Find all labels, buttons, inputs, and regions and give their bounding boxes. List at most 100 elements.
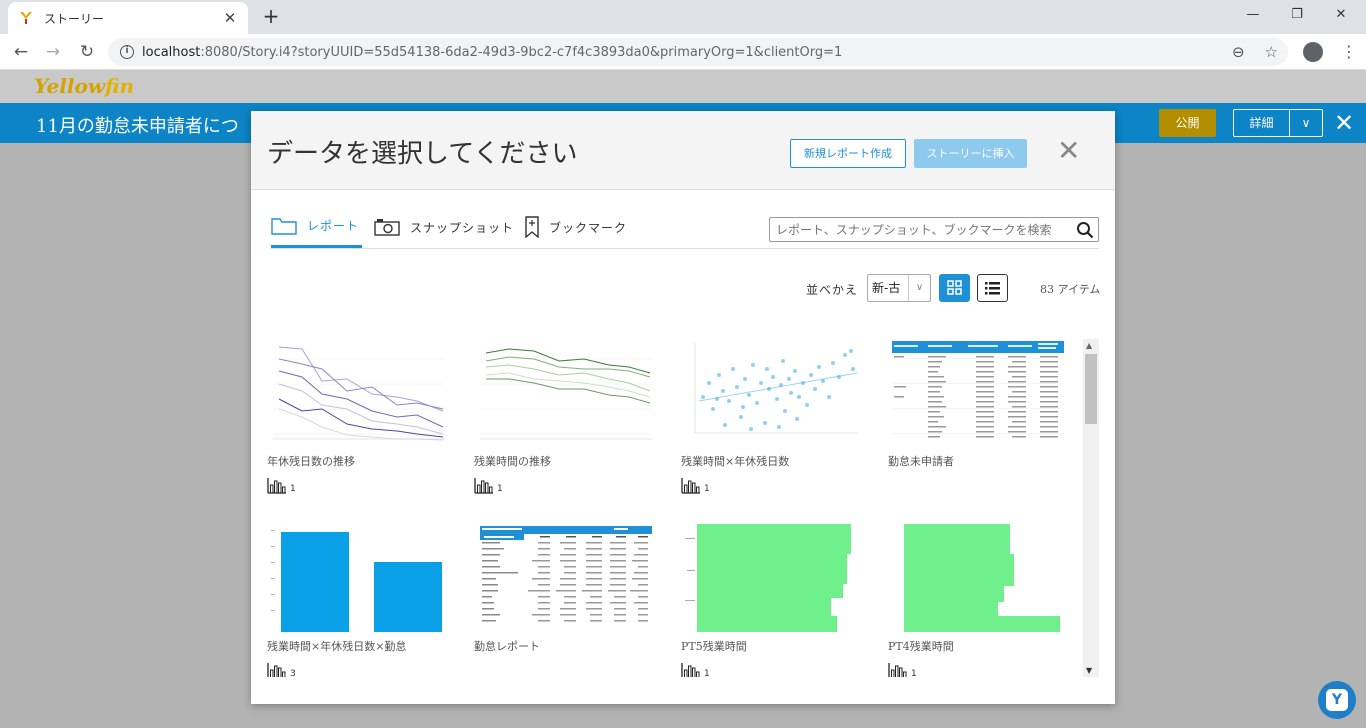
report-card[interactable]: 年休残日数の推移 1: [267, 339, 447, 494]
report-meta: 1: [888, 663, 1068, 677]
report-card[interactable]: PT5残業時間 1: [681, 524, 861, 677]
scroll-up-icon[interactable]: ▲: [1086, 341, 1092, 350]
bookmark-star-icon[interactable]: ☆: [1265, 43, 1278, 61]
back-icon[interactable]: ←: [10, 41, 32, 63]
report-thumbnail: [681, 339, 861, 447]
tab-reports[interactable]: レポート: [271, 206, 362, 248]
close-story-icon[interactable]: ✕: [1334, 108, 1354, 138]
scrollbar[interactable]: ▲ ▼: [1083, 339, 1099, 677]
search-icon[interactable]: [1076, 221, 1094, 239]
new-report-button[interactable]: 新規レポート作成: [790, 139, 906, 168]
forward-icon[interactable]: →: [42, 41, 64, 63]
url-text: localhost:8080/Story.i4?storyUUID=55d541…: [142, 44, 843, 60]
help-button[interactable]: Y: [1318, 681, 1356, 719]
list-icon: [985, 282, 1000, 295]
modal-title: データを選択してください: [267, 139, 578, 169]
bar-chart-icon: [681, 663, 700, 677]
profile-icon[interactable]: [1303, 42, 1323, 62]
report-card[interactable]: 残業時間の推移 1: [474, 339, 654, 494]
zoom-icon[interactable]: ⊖: [1232, 43, 1245, 61]
minimize-icon[interactable]: —: [1230, 4, 1276, 26]
view-count: 1: [497, 484, 503, 494]
browser-tab[interactable]: ストーリー ✕: [8, 2, 248, 34]
report-meta: 1: [474, 478, 654, 494]
horizontal-bar-thumbnail: [904, 524, 1060, 632]
line-chart-thumbnail: [480, 348, 652, 440]
yellowfin-help-icon: Y: [1326, 689, 1348, 711]
report-name: 残業時間×年休残日数: [681, 455, 790, 468]
publish-button[interactable]: 公開: [1159, 109, 1216, 137]
search-input[interactable]: [770, 218, 1065, 241]
scroll-thumb[interactable]: [1085, 354, 1097, 424]
grid-view-button[interactable]: [939, 274, 970, 302]
report-card[interactable]: 残業時間×年休残日数×勤怠 3: [267, 524, 447, 677]
sort-bar: 並べかえ 新-古 ∨ 83 アイテム: [251, 274, 1115, 304]
item-count: 83 アイテム: [1040, 283, 1101, 296]
chevron-down-icon: ∨: [908, 275, 930, 301]
report-meta: 1: [681, 663, 861, 677]
detail-button-label: 詳細: [1234, 110, 1290, 136]
report-card[interactable]: 勤怠レポート: [474, 524, 654, 654]
chevron-down-icon[interactable]: ∨: [1290, 110, 1322, 136]
tab-close-icon[interactable]: ✕: [222, 9, 238, 27]
bar-chart-icon: [267, 663, 286, 677]
report-thumbnail: [888, 524, 1068, 632]
report-card[interactable]: PT4残業時間 1: [888, 524, 1068, 677]
bar-chart-icon: [888, 663, 907, 677]
site-info-icon[interactable]: i: [120, 45, 134, 59]
report-name: 勤怠未申請者: [888, 455, 954, 468]
report-thumbnail: [681, 524, 861, 632]
reload-icon[interactable]: ↻: [76, 41, 98, 63]
list-view-button[interactable]: [977, 274, 1008, 302]
sort-select[interactable]: 新-古 ∨: [867, 274, 931, 302]
new-tab-icon[interactable]: +: [260, 6, 282, 28]
report-card[interactable]: 残業時間×年休残日数 1: [681, 339, 861, 494]
tab-bookmarks[interactable]: ブックマーク: [525, 206, 627, 248]
report-card[interactable]: 勤怠未申請者: [888, 339, 1068, 469]
detail-button[interactable]: 詳細 ∨: [1233, 109, 1323, 137]
report-name: 勤怠レポート: [474, 640, 540, 653]
story-title: 11月の勤怠未申請者につ: [36, 116, 239, 137]
window-close-icon[interactable]: ✕: [1318, 4, 1364, 26]
bar-chart-icon: [474, 478, 493, 494]
table-thumbnail: [892, 341, 1064, 438]
report-thumbnail: [474, 524, 654, 632]
report-name: 残業時間×年休残日数×勤怠: [267, 640, 407, 653]
insert-into-story-button[interactable]: ストーリーに挿入: [914, 139, 1027, 168]
browser-menu-icon[interactable]: ⋮: [1341, 42, 1357, 61]
yellowfin-favicon-icon: [20, 12, 32, 24]
app-header: [0, 70, 1366, 103]
omnibox[interactable]: i localhost:8080/Story.i4?storyUUID=55d5…: [108, 38, 1288, 66]
report-name: 年休残日数の推移: [267, 455, 355, 468]
address-bar: ← → ↻ i localhost:8080/Story.i4?storyUUI…: [0, 34, 1366, 70]
view-count: 1: [911, 669, 917, 677]
yellowfin-logo: Yellowfin: [34, 74, 135, 98]
tab-snapshots[interactable]: スナップショット: [374, 206, 514, 248]
line-chart-thumbnail: [273, 346, 445, 441]
view-count: 3: [290, 669, 296, 677]
report-meta: 1: [267, 478, 447, 494]
scroll-down-icon[interactable]: ▼: [1086, 666, 1092, 675]
view-count: 1: [704, 669, 710, 677]
grid-icon: [947, 280, 962, 295]
folder-icon: [271, 217, 297, 235]
view-count: 1: [290, 484, 296, 494]
tab-title: ストーリー: [44, 11, 105, 26]
restore-icon[interactable]: ❐: [1274, 4, 1320, 26]
report-meta: 1: [681, 478, 861, 494]
bar-chart-icon: [681, 478, 700, 494]
bookmark-icon: [525, 216, 539, 238]
report-name: 残業時間の推移: [474, 455, 551, 468]
sort-label: 並べかえ: [806, 283, 859, 297]
scatter-chart-thumbnail: [694, 343, 859, 434]
report-thumbnail: [267, 339, 447, 447]
table-thumbnail: [480, 526, 652, 622]
bar-chart-icon: [267, 478, 286, 494]
search-box: [769, 217, 1099, 242]
modal-close-icon[interactable]: ✕: [1057, 137, 1080, 165]
report-grid: 年休残日数の推移 1 残業時間の推移 1 残業時間×年休残日数 1 勤怠未申請者…: [267, 339, 1087, 677]
modal-header: データを選択してください 新規レポート作成 ストーリーに挿入 ✕: [251, 111, 1115, 190]
bar-chart-thumbnail: [271, 530, 442, 632]
report-name: PT4残業時間: [888, 640, 954, 653]
content-type-tabs: レポート スナップショット ブックマーク: [271, 206, 1099, 249]
